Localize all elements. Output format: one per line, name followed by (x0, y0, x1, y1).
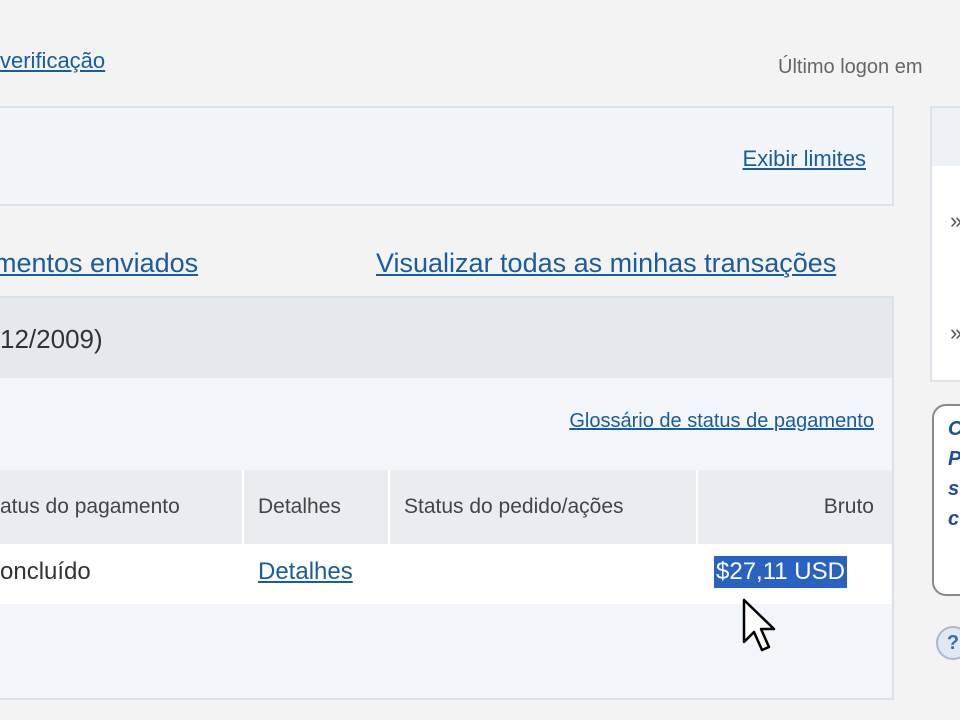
transaction-date-range: 12/2009) (0, 324, 103, 354)
view-all-transactions-link[interactable]: Visualizar todas as minhas transações (376, 248, 836, 279)
payment-status-glossary-link[interactable]: Glossário de status de pagamento (569, 410, 874, 433)
limits-box: Exibir limites (0, 106, 894, 206)
column-header-gross: Bruto (823, 495, 874, 518)
side-panel-bullet[interactable]: » (950, 320, 960, 346)
side-promo-text: C P s c (948, 418, 960, 530)
view-limits-link[interactable]: Exibir limites (743, 146, 866, 172)
last-logon-text: Último logon em (778, 56, 923, 78)
mouse-cursor-icon (742, 598, 776, 652)
side-panel-bullet[interactable]: » (950, 208, 960, 234)
details-link[interactable]: Detalhes (258, 558, 353, 586)
side-panel-header (932, 108, 960, 166)
gross-amount-cell[interactable]: $27,11 USD (714, 556, 847, 588)
side-panel: » » (930, 106, 960, 382)
payment-status-cell: oncluído (0, 558, 91, 585)
transaction-header: 12/2009) (0, 298, 892, 378)
side-promo-box[interactable]: C P s c (932, 404, 960, 596)
help-icon[interactable]: ? (936, 626, 960, 660)
table-header: atus do pagamento Detalhes Status do ped… (0, 470, 892, 546)
payments-sent-link[interactable]: mentos enviados (0, 248, 198, 279)
verification-link[interactable]: verificação (0, 48, 105, 74)
table-row: oncluído Detalhes $27,11 USD (0, 544, 892, 604)
